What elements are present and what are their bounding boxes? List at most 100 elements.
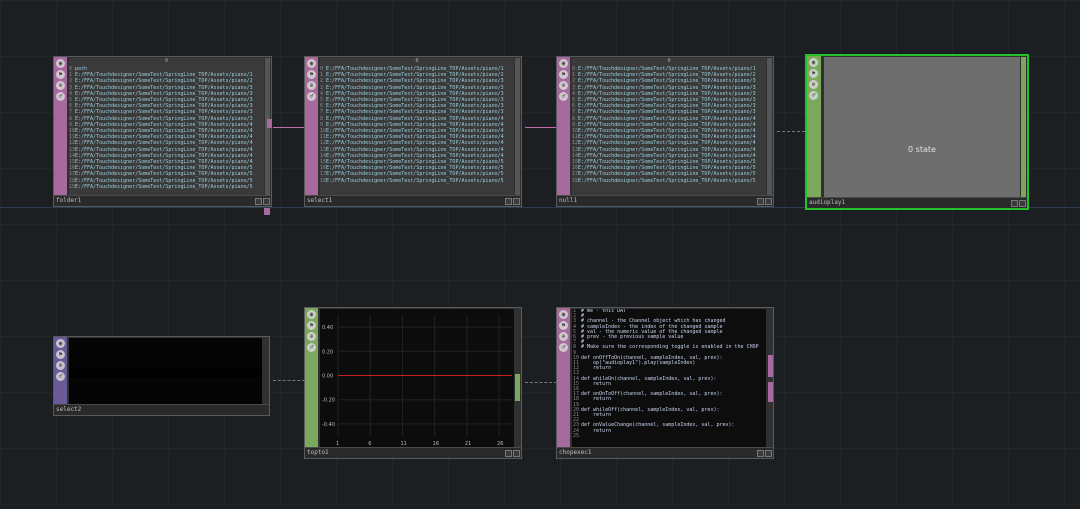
y-tick-label: 0.40 <box>322 325 333 331</box>
lock-icon[interactable]: ⊕ <box>559 332 568 341</box>
viewer-icon[interactable]: ◉ <box>559 310 568 319</box>
row-cell: E:/FFA/Touchdesigner/SomeTest/SpringLine… <box>326 109 504 116</box>
lock-icon[interactable]: ⊕ <box>307 81 316 90</box>
node-select2[interactable]: ◉ ⚑ ⊕ ♂ select2 <box>53 336 270 416</box>
output-connector[interactable] <box>1021 57 1026 197</box>
viewer-icon[interactable]: ◉ <box>56 339 65 348</box>
row-cell: E:/FFA/Touchdesigner/SomeTest/SpringLine… <box>578 90 756 97</box>
state-label: 0 state <box>908 145 936 154</box>
lock-icon[interactable]: ⊕ <box>307 332 316 341</box>
row-cell: E:/FFA/Touchdesigner/SomeTest/SpringLine… <box>578 152 756 159</box>
node-audioplay1[interactable]: ◉ ⚑ ⊕ ♂ 0 state audioplay1 <box>805 54 1029 210</box>
wire-select2-topto1 <box>273 380 305 381</box>
output-connector[interactable] <box>267 119 272 128</box>
row-cell: E:/FFA/Touchdesigner/SomeTest/SpringLine… <box>326 103 504 110</box>
row-cell: E:/FFA/Touchdesigner/SomeTest/SpringLine… <box>578 165 756 172</box>
node-flag-button[interactable] <box>757 198 764 205</box>
table-row: 19E:/FFA/Touchdesigner/SomeTest/SpringLi… <box>69 184 264 190</box>
table-viewer[interactable]: 0 0 E:/FFA/Touchdesigner/SomeTest/SpringL… <box>320 58 514 195</box>
viewer-icon[interactable]: ◉ <box>307 59 316 68</box>
viewer-icon[interactable]: ◉ <box>809 58 818 67</box>
row-cell: E:/FFA/Touchdesigner/SomeTest/SpringLine… <box>326 146 504 153</box>
display-icon[interactable]: ♂ <box>559 343 568 352</box>
display-icon[interactable]: ♂ <box>559 92 568 101</box>
node-flag-button[interactable] <box>765 198 772 205</box>
node-flag-button[interactable] <box>263 198 270 205</box>
node-name[interactable]: topto1 <box>305 447 521 458</box>
node-name[interactable]: audioplay1 <box>807 197 1027 208</box>
output-connector[interactable] <box>515 374 520 401</box>
display-icon[interactable]: ♂ <box>307 92 316 101</box>
bypass-icon[interactable]: ⚑ <box>56 70 65 79</box>
node-extra-connector[interactable] <box>264 208 270 215</box>
code-line: 25 <box>573 433 766 439</box>
lock-icon[interactable]: ⊕ <box>559 81 568 90</box>
node-null1[interactable]: ◉ ⚑ ⊕ ♂ 0 0 E:/FFA/Touchdesigner/SomeTest… <box>556 56 774 207</box>
wire-topto1-chopexec1 <box>525 382 557 383</box>
output-connector[interactable] <box>768 355 773 377</box>
audio-viewer[interactable]: 0 state <box>824 57 1020 197</box>
node-name[interactable]: null1 <box>557 195 773 206</box>
row-cell: E:/FFA/Touchdesigner/SomeTest/SpringLine… <box>75 109 253 116</box>
display-icon[interactable]: ♂ <box>307 343 316 352</box>
row-cell: E:/FFA/Touchdesigner/SomeTest/SpringLine… <box>326 128 504 135</box>
node-strip: ◉ ⚑ ⊕ ♂ <box>557 57 570 196</box>
output-connector[interactable] <box>768 382 773 402</box>
node-flag-button[interactable] <box>505 198 512 205</box>
row-cell: E:/FFA/Touchdesigner/SomeTest/SpringLine… <box>75 128 253 135</box>
node-flag-button[interactable] <box>513 450 520 457</box>
table-viewer[interactable]: 0 0 path 1 E:/FFA/Touchdesigner/SomeTest/Sp… <box>69 58 264 195</box>
node-chopexec1[interactable]: ◉ ⚑ ⊕ ♂ 1 # me - this DAT 2 #3 # channel - t… <box>556 307 774 459</box>
y-tick-label: -0.40 <box>322 422 335 428</box>
viewer-icon[interactable]: ◉ <box>559 59 568 68</box>
node-topto1[interactable]: ◉ ⚑ ⊕ ♂ 0.40 0.20 0.00 -0.20 -0.40 1 6 11 16 21 26… <box>304 307 522 459</box>
bypass-icon[interactable]: ⚑ <box>307 321 316 330</box>
row-cell: E:/FFA/Touchdesigner/SomeTest/SpringLine… <box>75 177 253 184</box>
row-cell: E:/FFA/Touchdesigner/SomeTest/SpringLine… <box>75 171 253 178</box>
viewer-icon[interactable]: ◉ <box>307 310 316 319</box>
code-viewer[interactable]: 1 # me - this DAT 2 #3 # channel - the Chann… <box>572 309 766 447</box>
code-text: # me - this DAT <box>581 309 627 314</box>
node-folder1[interactable]: ◉ ⚑ ⊕ ♂ 0 0 path 1 E:/FFA/Touchdesigner/Som… <box>53 56 272 207</box>
lock-icon[interactable]: ⊕ <box>56 361 65 370</box>
node-name[interactable]: chopexec1 <box>557 447 773 458</box>
bypass-icon[interactable]: ⚑ <box>809 69 818 78</box>
node-strip: ◉ ⚑ ⊕ ♂ <box>557 308 570 448</box>
scrollbar[interactable] <box>767 58 772 195</box>
display-icon[interactable]: ♂ <box>56 92 65 101</box>
node-name[interactable]: folder1 <box>54 195 271 206</box>
chop-viewer[interactable]: 0.40 0.20 0.00 -0.20 -0.40 1 6 11 16 21 26 <box>320 309 514 447</box>
node-flag-button[interactable] <box>255 198 262 205</box>
node-select1[interactable]: ◉ ⚑ ⊕ ♂ 0 0 E:/FFA/Touchdesigner/SomeTest… <box>304 56 522 207</box>
image-viewer[interactable] <box>69 338 262 404</box>
lock-icon[interactable]: ⊕ <box>809 80 818 89</box>
row-cell: E:/FFA/Touchdesigner/SomeTest/SpringLine… <box>578 78 756 85</box>
bypass-icon[interactable]: ⚑ <box>559 70 568 79</box>
node-flag-button[interactable] <box>765 450 772 457</box>
display-icon[interactable]: ♂ <box>56 372 65 381</box>
node-flag-button[interactable] <box>505 450 512 457</box>
node-name[interactable]: select1 <box>305 195 521 206</box>
lock-icon[interactable]: ⊕ <box>56 81 65 90</box>
y-tick-label: -0.20 <box>322 398 335 404</box>
image-band <box>69 368 262 377</box>
bypass-icon[interactable]: ⚑ <box>559 321 568 330</box>
row-cell: E:/FFA/Touchdesigner/SomeTest/SpringLine… <box>75 183 253 190</box>
y-tick-label: 0.00 <box>322 374 333 380</box>
viewer-icon[interactable]: ◉ <box>56 59 65 68</box>
bypass-icon[interactable]: ⚑ <box>307 70 316 79</box>
row-cell: E:/FFA/Touchdesigner/SomeTest/SpringLine… <box>326 152 504 159</box>
display-icon[interactable]: ♂ <box>809 91 818 100</box>
node-flag-button[interactable] <box>1011 200 1018 207</box>
row-cell: E:/FFA/Touchdesigner/SomeTest/SpringLine… <box>326 134 504 141</box>
node-flag-button[interactable] <box>1019 200 1026 207</box>
row-cell: E:/FFA/Touchdesigner/SomeTest/SpringLine… <box>75 90 253 97</box>
row-cell: E:/FFA/Touchdesigner/SomeTest/SpringLine… <box>326 159 504 166</box>
scrollbar[interactable] <box>515 58 520 195</box>
node-flag-button[interactable] <box>757 450 764 457</box>
node-flag-button[interactable] <box>513 198 520 205</box>
row-cell: E:/FFA/Touchdesigner/SomeTest/SpringLine… <box>578 171 756 178</box>
node-name[interactable]: select2 <box>54 404 269 415</box>
table-viewer[interactable]: 0 0 E:/FFA/Touchdesigner/SomeTest/SpringL… <box>572 58 766 195</box>
bypass-icon[interactable]: ⚑ <box>56 350 65 359</box>
